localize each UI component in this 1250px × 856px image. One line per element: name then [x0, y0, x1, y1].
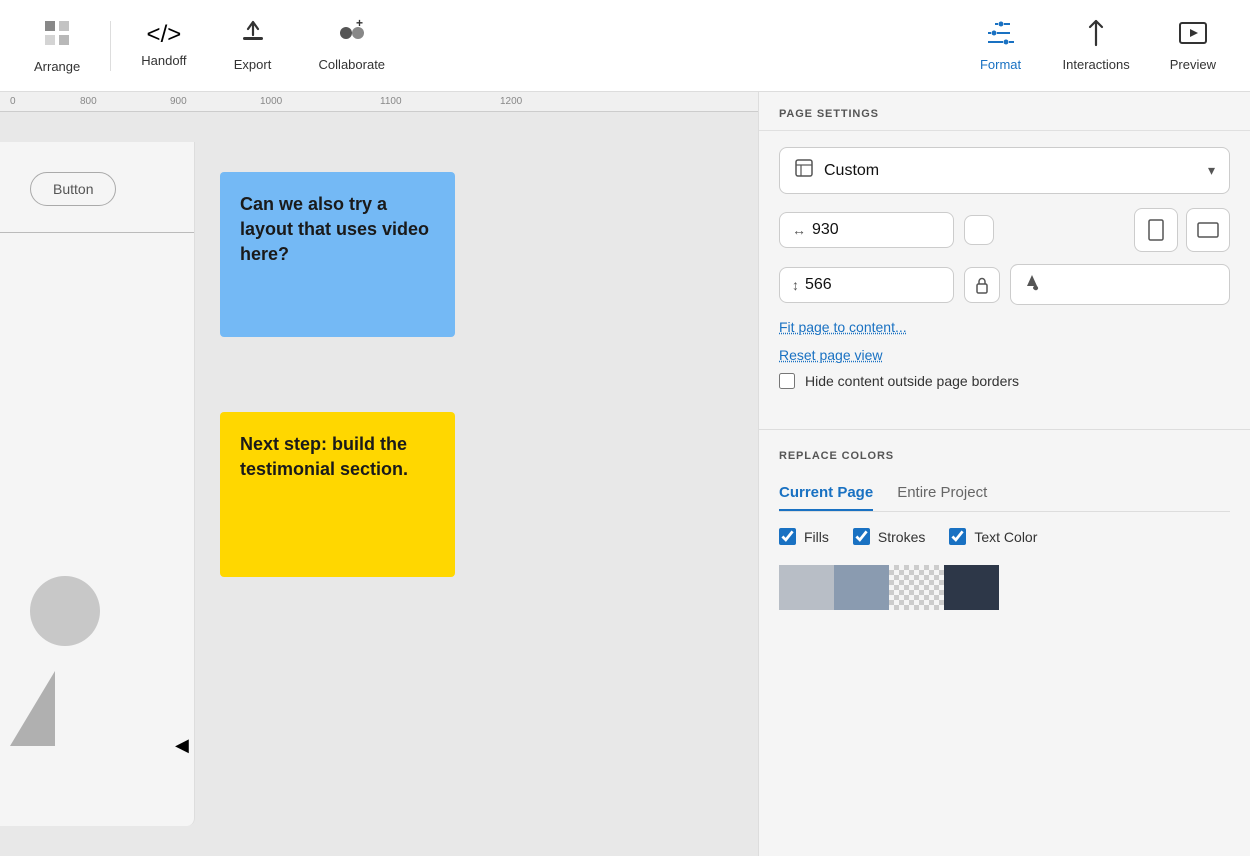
format-icon: [986, 19, 1016, 51]
page-settings-title: PAGE SETTINGS: [759, 92, 1250, 131]
hide-content-row: Hide content outside page borders: [779, 373, 1230, 389]
preset-dropdown[interactable]: Custom ▾: [779, 147, 1230, 194]
swatch-transparent[interactable]: [889, 565, 944, 610]
canvas-content: Button Can we also try a layout that use…: [0, 112, 758, 856]
hide-content-label: Hide content outside page borders: [805, 373, 1019, 389]
preview-icon: [1178, 19, 1208, 51]
handoff-button[interactable]: </> Handoff: [123, 15, 204, 76]
portrait-icon-btn[interactable]: [1134, 208, 1178, 252]
replace-colors-title: REPLACE COLORS: [759, 434, 1250, 476]
text-color-label: Text Color: [974, 529, 1037, 545]
sticky-yellow: Next step: build the testimonial section…: [220, 412, 455, 577]
arrange-icon: [41, 17, 73, 53]
format-label: Format: [980, 57, 1021, 72]
collaborate-icon: +: [336, 19, 368, 51]
fit-page-button[interactable]: Fit page to content...: [779, 317, 907, 337]
strokes-checkbox[interactable]: [853, 528, 870, 545]
width-row: ↔ 930: [779, 208, 1230, 252]
preset-icon: [794, 158, 814, 183]
button-underline: [0, 232, 194, 233]
arrange-button[interactable]: Arrange: [16, 9, 98, 82]
canvas-left-panel: Button: [0, 142, 195, 826]
handoff-label: Handoff: [141, 53, 186, 68]
swatch-1[interactable]: [779, 565, 834, 610]
canvas-area[interactable]: 0 800 900 1000 1100 1200 Button Can we a…: [0, 92, 758, 856]
width-arrow-icon: ↔: [792, 222, 806, 238]
export-button[interactable]: Export: [213, 11, 293, 80]
reset-page-button[interactable]: Reset page view: [779, 345, 883, 365]
arrange-label: Arrange: [34, 59, 80, 74]
dropdown-arrow-icon: ▾: [1208, 162, 1215, 179]
color-type-checks: Fills Strokes Text Color: [759, 528, 1250, 545]
swatch-2[interactable]: [834, 565, 889, 610]
svg-text:+: +: [356, 19, 363, 30]
swatch-4[interactable]: [944, 565, 999, 610]
height-input[interactable]: 566: [805, 276, 941, 294]
toolbar-left: Arrange </> Handoff Export +: [16, 9, 403, 82]
collaborate-button[interactable]: + Collaborate: [301, 11, 404, 80]
page-settings-section: Custom ▾ ↔ 930: [759, 131, 1250, 425]
preset-dropdown-row: Custom ▾: [779, 147, 1230, 194]
ruler-mark-0: 0: [10, 96, 16, 107]
toolbar: Arrange </> Handoff Export +: [0, 0, 1250, 92]
handoff-icon: </>: [147, 23, 182, 47]
format-button[interactable]: Format: [961, 11, 1041, 80]
preview-button[interactable]: Preview: [1152, 11, 1234, 80]
preset-dropdown-left: Custom: [794, 158, 879, 183]
landscape-icon-btn[interactable]: [1186, 208, 1230, 252]
height-arrow-icon: ↕: [792, 277, 799, 293]
hide-content-checkbox[interactable]: [779, 373, 795, 389]
preview-label: Preview: [1170, 57, 1216, 72]
tab-entire-project[interactable]: Entire Project: [897, 476, 987, 511]
width-input-wrap: ↔ 930: [779, 212, 954, 248]
separator: [110, 21, 111, 71]
right-panel: PAGE SETTINGS Custom: [758, 92, 1250, 856]
export-icon: [239, 19, 267, 51]
section-divider: [759, 429, 1250, 430]
lock-spacer: [964, 215, 994, 245]
scope-tabs: Current Page Entire Project: [779, 476, 1230, 512]
lock-button[interactable]: [964, 267, 1000, 303]
ruler-mark-900: 900: [170, 96, 187, 107]
circle-element: [30, 576, 100, 646]
text-color-check-item: Text Color: [949, 528, 1037, 545]
height-input-wrap: ↕ 566: [779, 267, 954, 303]
width-input[interactable]: 930: [812, 221, 941, 239]
ruler-mark-1000: 1000: [260, 96, 282, 107]
ruler: 0 800 900 1000 1100 1200: [0, 92, 758, 112]
sticky-blue-text: Can we also try a layout that uses video…: [240, 194, 429, 264]
preset-label: Custom: [824, 162, 879, 180]
fill-color-input[interactable]: [1049, 277, 1129, 293]
sticky-yellow-text: Next step: build the testimonial section…: [240, 434, 408, 479]
color-fill-wrap: [1010, 264, 1230, 305]
toolbar-right: Format Interactions Preview: [961, 11, 1234, 80]
button-element: Button: [30, 172, 116, 206]
fills-label: Fills: [804, 529, 829, 545]
export-label: Export: [234, 57, 272, 72]
fill-color-icon: [1023, 273, 1041, 296]
ruler-mark-800: 800: [80, 96, 97, 107]
text-color-checkbox[interactable]: [949, 528, 966, 545]
interactions-label: Interactions: [1063, 57, 1130, 72]
interactions-icon: [1082, 19, 1110, 51]
tab-current-page[interactable]: Current Page: [779, 476, 873, 511]
ruler-mark-1100: 1100: [380, 96, 402, 107]
strokes-label: Strokes: [878, 529, 925, 545]
strokes-check-item: Strokes: [853, 528, 925, 545]
interactions-button[interactable]: Interactions: [1045, 11, 1148, 80]
triangle-element: [10, 671, 55, 746]
color-swatches-row: [759, 565, 1250, 610]
main-area: 0 800 900 1000 1100 1200 Button Can we a…: [0, 92, 1250, 856]
sticky-blue: Can we also try a layout that uses video…: [220, 172, 455, 337]
ruler-mark-1200: 1200: [500, 96, 522, 107]
fills-checkbox[interactable]: [779, 528, 796, 545]
collaborate-label: Collaborate: [319, 57, 386, 72]
page-icons-row: [1004, 208, 1230, 252]
button-element-label: Button: [53, 181, 93, 197]
fills-check-item: Fills: [779, 528, 829, 545]
height-row: ↕ 566: [779, 264, 1230, 305]
cursor-icon: ◀: [175, 735, 189, 756]
